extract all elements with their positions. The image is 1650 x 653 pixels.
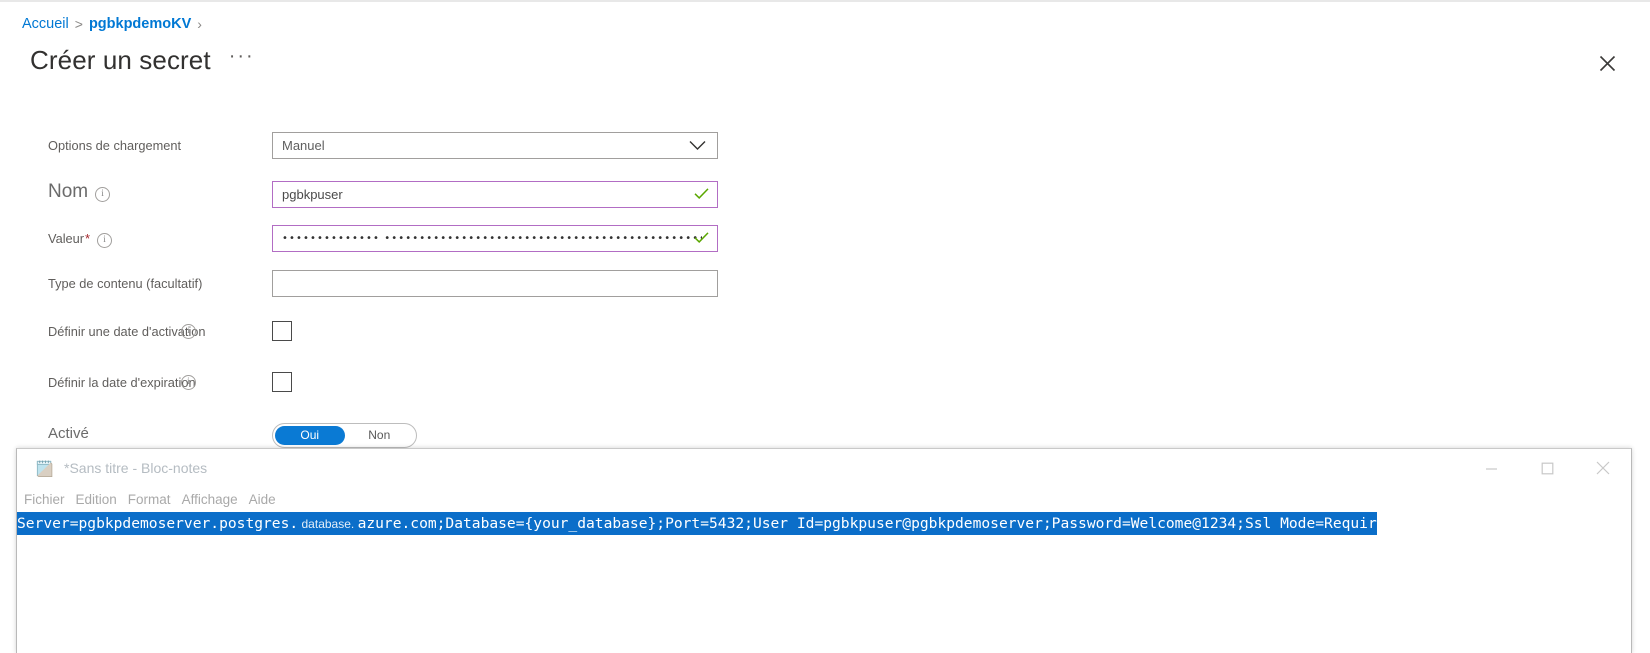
notepad-text-area[interactable]: Server=pgbkpdemoserver.postgres. databas… — [17, 511, 1631, 653]
label-expiration-date-text: Définir la date d'expiration — [48, 375, 196, 390]
maximize-icon — [1541, 462, 1553, 474]
name-input-value: pgbkpuser — [282, 187, 343, 202]
connection-string-part1: Server=pgbkpdemoserver.postgres. — [17, 515, 299, 532]
blade-header: Créer un secret ··· — [30, 45, 255, 76]
form-row-value: Valeur* i •••••••••••••• ••••••••••••••••… — [0, 225, 1650, 253]
label-upload-options-text: Options de chargement — [48, 138, 182, 153]
notepad-icon — [36, 460, 53, 477]
breadcrumb-trailing-chevron: › — [197, 16, 202, 32]
close-button[interactable] — [1575, 449, 1631, 487]
notepad-menubar: Fichier Edition Format Affichage Aide — [17, 487, 1631, 511]
connection-string-part2: azure.com;Database={your_database};Port=… — [357, 515, 1377, 532]
notepad-titlebar[interactable]: *Sans titre - Bloc-notes — [17, 449, 1631, 487]
info-icon[interactable]: i — [95, 187, 111, 202]
label-activation-date: Définir une date d'activation i — [0, 321, 272, 340]
enabled-toggle[interactable]: Oui Non — [272, 423, 417, 448]
label-value-text: Valeur — [48, 231, 85, 246]
top-divider — [0, 0, 1650, 2]
form-row-upload-options: Options de chargement Manuel — [0, 132, 1650, 160]
chevron-down-icon — [689, 138, 706, 153]
label-content-type: Type de contenu (facultatif) — [0, 270, 272, 292]
value-input-value: •••••••••••••• •••••••••••••••••••••••••… — [282, 233, 702, 244]
close-icon — [1596, 461, 1610, 475]
check-icon — [694, 231, 709, 246]
info-icon[interactable]: i — [181, 375, 196, 390]
notepad-title: *Sans titre - Bloc-notes — [64, 460, 208, 476]
label-expiration-date: Définir la date d'expiration i — [0, 372, 272, 391]
form-row-expiration-date: Définir la date d'expiration i — [0, 372, 1650, 400]
menu-item-edit[interactable]: Edition — [76, 492, 117, 507]
form-row-enabled: Activé Oui Non — [0, 423, 1650, 451]
breadcrumb-item-vault[interactable]: pgbkpdemoKV — [89, 16, 191, 32]
close-icon — [1599, 55, 1615, 71]
form-row-content-type: Type de contenu (facultatif) — [0, 270, 1650, 298]
upload-options-select[interactable]: Manuel — [272, 132, 718, 159]
minimize-icon — [1485, 467, 1497, 470]
expiration-date-checkbox[interactable] — [272, 372, 292, 392]
form-row-name: Nom i pgbkpuser — [0, 181, 1650, 209]
menu-item-help[interactable]: Aide — [249, 492, 276, 507]
required-marker: * — [85, 231, 91, 246]
enabled-toggle-no[interactable]: Non — [345, 426, 415, 445]
connection-string-faint-fragment: database. — [298, 517, 358, 531]
close-blade-button[interactable] — [1592, 48, 1622, 78]
label-content-type-text: Type de contenu (facultatif) — [48, 276, 203, 291]
maximize-button[interactable] — [1519, 449, 1575, 487]
notepad-window-controls — [1463, 449, 1631, 487]
upload-options-value: Manuel — [282, 138, 325, 153]
notepad-window: *Sans titre - Bloc-notes Fichier Edition — [16, 448, 1632, 653]
info-icon[interactable]: i — [181, 324, 196, 339]
enabled-toggle-yes[interactable]: Oui — [275, 426, 345, 445]
page-title: Créer un secret — [30, 45, 211, 75]
breadcrumb-item-home[interactable]: Accueil — [22, 16, 69, 32]
value-input[interactable]: •••••••••••••• •••••••••••••••••••••••••… — [272, 225, 718, 252]
form-row-activation-date: Définir une date d'activation i — [0, 321, 1650, 349]
create-secret-form: Options de chargement Manuel Nom i pgbkpu… — [0, 132, 1650, 451]
name-input[interactable]: pgbkpuser — [272, 181, 718, 208]
content-type-input[interactable] — [272, 270, 718, 297]
label-upload-options: Options de chargement — [0, 132, 272, 154]
more-options-button[interactable]: ··· — [229, 46, 255, 72]
info-icon[interactable]: i — [97, 233, 113, 248]
menu-item-view[interactable]: Affichage — [182, 492, 238, 507]
breadcrumb: Accueil > pgbkpdemoKV › — [22, 16, 202, 32]
label-enabled: Activé — [0, 423, 272, 442]
minimize-button[interactable] — [1463, 449, 1519, 487]
label-value: Valeur* i — [0, 225, 272, 248]
breadcrumb-separator: > — [74, 16, 83, 32]
activation-date-checkbox[interactable] — [272, 321, 292, 341]
label-name: Nom i — [0, 181, 272, 202]
menu-item-file[interactable]: Fichier — [24, 492, 65, 507]
label-name-text: Nom — [48, 181, 89, 202]
check-icon — [694, 187, 709, 202]
notepad-selected-text[interactable]: Server=pgbkpdemoserver.postgres. databas… — [17, 512, 1377, 535]
label-enabled-text: Activé — [48, 425, 89, 442]
menu-item-format[interactable]: Format — [128, 492, 171, 507]
